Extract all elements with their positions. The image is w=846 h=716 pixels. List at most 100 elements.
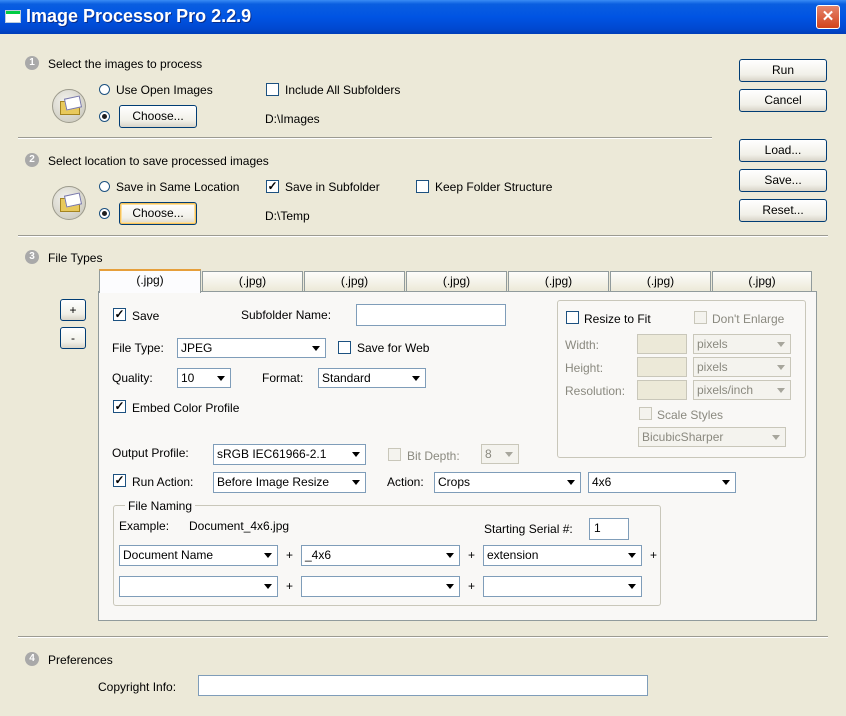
- naming-field-6-select[interactable]: [483, 576, 642, 597]
- run-action-select[interactable]: Before Image Resize: [213, 472, 366, 493]
- width-label: Width:: [565, 338, 600, 352]
- resize-to-fit-label: Resize to Fit: [584, 312, 651, 326]
- window-title: Image Processor Pro 2.2.9: [26, 6, 252, 26]
- divider: [18, 636, 828, 638]
- save-for-web-checkbox[interactable]: [338, 341, 351, 354]
- bit-depth-select[interactable]: 8: [481, 444, 519, 464]
- use-open-images-radio[interactable]: [99, 84, 110, 95]
- plus-sign: +: [650, 548, 658, 562]
- resize-to-fit-checkbox[interactable]: [566, 311, 579, 324]
- resolution-input[interactable]: [637, 380, 687, 400]
- plus-sign: +: [468, 548, 476, 562]
- width-input[interactable]: [637, 334, 687, 354]
- choose-destination-button[interactable]: Choose...: [119, 202, 197, 225]
- tab-file-type-6[interactable]: (.jpg): [610, 271, 711, 291]
- naming-field-1-select[interactable]: Document Name: [119, 545, 278, 566]
- subfolder-name-input[interactable]: [356, 304, 506, 326]
- height-label: Height:: [565, 361, 604, 375]
- example-label: Example:: [119, 519, 170, 533]
- section-3-title: File Types: [48, 251, 103, 265]
- cancel-button[interactable]: Cancel: [739, 89, 827, 112]
- tab-file-type-1[interactable]: (.jpg): [99, 269, 201, 293]
- section-2-number: 2: [25, 153, 39, 167]
- keep-folder-structure-label: Keep Folder Structure: [435, 180, 553, 194]
- naming-field-4-select[interactable]: [119, 576, 278, 597]
- naming-field-5-select[interactable]: [301, 576, 460, 597]
- choose-source-radio[interactable]: [99, 111, 110, 122]
- reset-button[interactable]: Reset...: [739, 199, 827, 222]
- save-in-subfolder-label: Save in Subfolder: [285, 180, 380, 194]
- embed-profile-label: Embed Color Profile: [132, 401, 240, 415]
- output-profile-label: Output Profile:: [112, 446, 189, 460]
- dont-enlarge-label: Don't Enlarge: [712, 312, 785, 326]
- section-1-number: 1: [25, 56, 39, 70]
- run-action-checkbox[interactable]: ✓: [113, 474, 126, 487]
- save-settings-button[interactable]: Save...: [739, 169, 827, 192]
- plus-sign: +: [286, 579, 294, 593]
- divider: [18, 137, 712, 139]
- tab-file-type-4[interactable]: (.jpg): [406, 271, 507, 291]
- file-naming-title: File Naming: [125, 499, 196, 513]
- destination-path: D:\Temp: [265, 209, 310, 223]
- bit-depth-checkbox[interactable]: [388, 448, 401, 461]
- choose-source-button[interactable]: Choose...: [119, 105, 197, 128]
- section-1-title: Select the images to process: [48, 57, 203, 71]
- section-4-number: 4: [25, 652, 39, 666]
- tab-file-type-2[interactable]: (.jpg): [202, 271, 303, 291]
- action-select[interactable]: 4x6: [588, 472, 736, 493]
- keep-folder-structure-checkbox[interactable]: [416, 180, 429, 193]
- scale-styles-checkbox[interactable]: [639, 407, 652, 420]
- include-subfolders-checkbox[interactable]: [266, 83, 279, 96]
- title-bar[interactable]: Image Processor Pro 2.2.9 ✕: [0, 0, 846, 34]
- include-subfolders-label: Include All Subfolders: [285, 83, 401, 97]
- copyright-input[interactable]: [198, 675, 648, 696]
- action-set-select[interactable]: Crops: [434, 472, 581, 493]
- naming-field-2-select[interactable]: _4x6: [301, 545, 460, 566]
- section-3-number: 3: [25, 250, 39, 264]
- save-same-location-label: Save in Same Location: [116, 180, 240, 194]
- example-value: Document_4x6.jpg: [189, 519, 290, 533]
- bit-depth-label: Bit Depth:: [407, 449, 460, 463]
- quality-label: Quality:: [112, 371, 153, 385]
- save-same-location-radio[interactable]: [99, 181, 110, 192]
- serial-label: Starting Serial #:: [484, 522, 573, 536]
- tab-file-type-5[interactable]: (.jpg): [508, 271, 609, 291]
- save-in-subfolder-checkbox[interactable]: ✓: [266, 180, 279, 193]
- embed-profile-checkbox[interactable]: ✓: [113, 400, 126, 413]
- output-profile-select[interactable]: sRGB IEC61966-2.1: [213, 444, 366, 465]
- save-type-label: Save: [132, 309, 160, 323]
- add-file-type-button[interactable]: +: [60, 299, 86, 321]
- choose-destination-radio[interactable]: [99, 208, 110, 219]
- dont-enlarge-checkbox[interactable]: [694, 311, 707, 324]
- save-type-checkbox[interactable]: ✓: [113, 308, 126, 321]
- destination-folder-icon: [52, 186, 86, 220]
- naming-field-3-select[interactable]: extension: [483, 545, 642, 566]
- remove-file-type-button[interactable]: -: [60, 327, 86, 349]
- load-button[interactable]: Load...: [739, 139, 827, 162]
- run-button[interactable]: Run: [739, 59, 827, 82]
- source-path: D:\Images: [265, 112, 320, 126]
- action-label: Action:: [387, 475, 424, 489]
- file-type-select[interactable]: JPEG: [177, 338, 326, 358]
- save-for-web-label: Save for Web: [357, 341, 430, 355]
- use-open-images-label: Use Open Images: [116, 83, 213, 97]
- height-unit-select[interactable]: pixels: [693, 357, 791, 377]
- file-type-label: File Type:: [112, 341, 164, 355]
- app-icon: [5, 10, 21, 23]
- source-folder-icon: [52, 89, 86, 123]
- copyright-label: Copyright Info:: [98, 680, 177, 694]
- plus-sign: +: [286, 548, 294, 562]
- section-4-title: Preferences: [48, 653, 113, 667]
- width-unit-select[interactable]: pixels: [693, 334, 791, 354]
- resolution-unit-select[interactable]: pixels/inch: [693, 380, 791, 400]
- height-input[interactable]: [637, 357, 687, 377]
- resample-select[interactable]: BicubicSharper: [638, 427, 786, 447]
- format-select[interactable]: Standard: [318, 368, 426, 388]
- close-icon[interactable]: ✕: [816, 5, 840, 29]
- tab-file-type-3[interactable]: (.jpg): [304, 271, 405, 291]
- subfolder-name-label: Subfolder Name:: [241, 308, 332, 322]
- quality-select[interactable]: 10: [177, 368, 231, 388]
- scale-styles-label: Scale Styles: [657, 408, 724, 422]
- serial-input[interactable]: 1: [589, 518, 629, 540]
- tab-file-type-7[interactable]: (.jpg): [712, 271, 812, 291]
